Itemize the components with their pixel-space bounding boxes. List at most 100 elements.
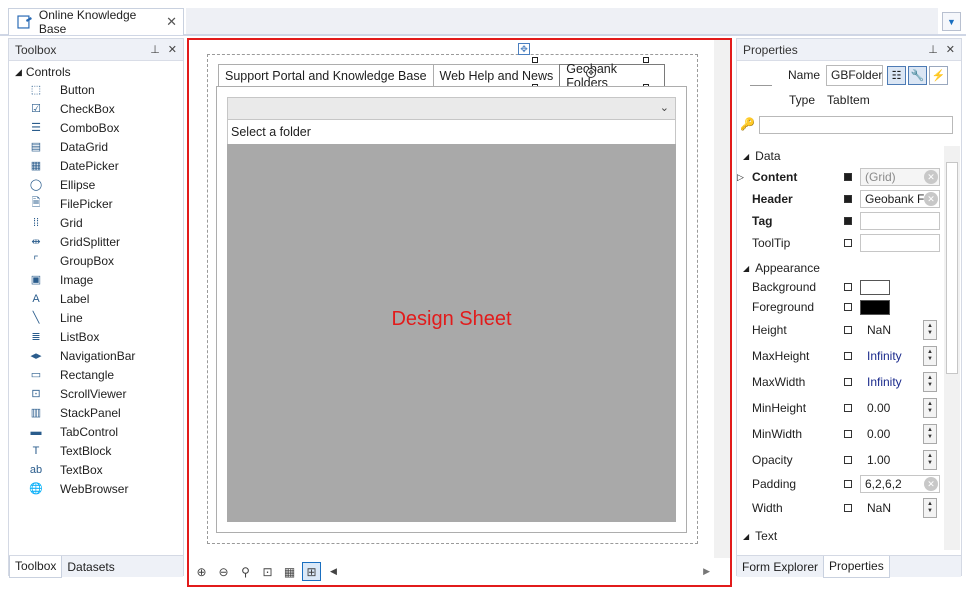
- property-marker-icon[interactable]: [844, 173, 852, 181]
- properties-vertical-scrollbar[interactable]: [944, 146, 960, 550]
- category-appearance[interactable]: ◢ Appearance: [743, 261, 820, 275]
- tab-web-help[interactable]: Web Help and News: [432, 64, 561, 87]
- spinner-icon[interactable]: ▲ ▼: [923, 398, 937, 418]
- property-marker-icon[interactable]: [844, 456, 852, 464]
- toolbox-item-label[interactable]: A Label: [9, 289, 183, 308]
- close-icon[interactable]: ✕: [168, 43, 177, 56]
- clear-icon[interactable]: ✕: [924, 170, 938, 184]
- property-marker-icon[interactable]: [844, 217, 852, 225]
- toolbox-category-controls[interactable]: ◢ Controls: [15, 65, 71, 79]
- toolbox-item-checkbox[interactable]: ☑ CheckBox: [9, 99, 183, 118]
- prop-value[interactable]: Infinity: [867, 375, 902, 389]
- snap-to-grid-icon[interactable]: ⊞: [302, 562, 321, 581]
- toolbox-item-textbox[interactable]: ab TextBox: [9, 460, 183, 479]
- spinner-icon[interactable]: ▲ ▼: [923, 424, 937, 444]
- properties-search-input[interactable]: [759, 116, 953, 134]
- grid-view-icon[interactable]: ▦: [280, 562, 299, 581]
- property-marker-icon[interactable]: [844, 404, 852, 412]
- tab-properties[interactable]: Properties: [823, 555, 890, 578]
- folder-combobox[interactable]: ⌄: [227, 97, 676, 120]
- scroll-right-icon[interactable]: ▶: [703, 566, 710, 577]
- zoom-out-icon[interactable]: ⊖: [214, 562, 233, 581]
- category-text[interactable]: ◢ Text: [743, 529, 777, 543]
- toolbox-item-combobox[interactable]: ☰ ComboBox: [9, 118, 183, 137]
- property-marker-icon[interactable]: [844, 283, 852, 291]
- properties-wrench-icon[interactable]: 🔧: [908, 65, 928, 85]
- clear-icon[interactable]: ✕: [924, 192, 938, 206]
- toolbox-item-tabcontrol[interactable]: ▬ TabControl: [9, 422, 183, 441]
- categorized-view-icon[interactable]: ☷: [887, 65, 907, 85]
- design-sheet[interactable]: Design Sheet: [227, 144, 676, 522]
- tab-datasets[interactable]: Datasets: [62, 556, 119, 578]
- spinner-icon[interactable]: ▲ ▼: [923, 320, 937, 340]
- toolbox-item-listbox[interactable]: ≣ ListBox: [9, 327, 183, 346]
- color-swatch[interactable]: [860, 279, 890, 295]
- toolbox-item-datepicker[interactable]: ▦ DatePicker: [9, 156, 183, 175]
- document-tab-online-knowledge-base[interactable]: Online Knowledge Base ✕: [8, 8, 184, 36]
- toolbox-item-groupbox[interactable]: ⌜ GroupBox: [9, 251, 183, 270]
- property-marker-icon[interactable]: [844, 195, 852, 203]
- tab-support-portal[interactable]: Support Portal and Knowledge Base: [218, 64, 434, 87]
- prop-value-field[interactable]: [860, 234, 940, 252]
- toolbox-item-rectangle[interactable]: ▭ Rectangle: [9, 365, 183, 384]
- prop-value[interactable]: NaN: [867, 323, 891, 337]
- toolbox-item-grid[interactable]: ⁞⁞ Grid: [9, 213, 183, 232]
- tab-form-explorer[interactable]: Form Explorer: [737, 556, 823, 578]
- toolbox-item-webbrowser[interactable]: 🌐 WebBrowser: [9, 479, 183, 498]
- toolbox-item-textblock[interactable]: T TextBlock: [9, 441, 183, 460]
- property-marker-icon[interactable]: [844, 378, 852, 386]
- property-marker-icon[interactable]: [844, 352, 852, 360]
- selection-handle[interactable]: [643, 57, 649, 63]
- toolbox-item-navigationbar[interactable]: ◂▸ NavigationBar: [9, 346, 183, 365]
- prop-value[interactable]: 0.00: [867, 427, 890, 441]
- property-marker-icon[interactable]: [844, 480, 852, 488]
- toolbox-item-button[interactable]: ⬚ Button: [9, 80, 183, 99]
- property-marker-icon[interactable]: [844, 303, 852, 311]
- toolbox-item-filepicker[interactable]: 🗎 FilePicker: [9, 194, 183, 213]
- property-marker-icon[interactable]: [844, 504, 852, 512]
- move-handle-icon[interactable]: ✥: [518, 43, 530, 55]
- toolbox-item-image[interactable]: ▣ Image: [9, 270, 183, 289]
- pin-icon[interactable]: ⊥: [928, 43, 938, 56]
- category-data[interactable]: ◢ Data: [743, 149, 781, 163]
- prop-value[interactable]: NaN: [867, 501, 891, 515]
- scroll-left-icon[interactable]: ◀: [324, 562, 343, 581]
- designer-vertical-scrollbar[interactable]: [714, 40, 730, 558]
- expand-triangle-icon[interactable]: ▷: [737, 172, 744, 183]
- color-swatch[interactable]: [860, 299, 890, 315]
- prop-value[interactable]: Infinity: [867, 349, 902, 363]
- tab-toolbox[interactable]: Toolbox: [9, 555, 63, 578]
- property-marker-icon[interactable]: [844, 430, 852, 438]
- prop-value[interactable]: 1.00: [867, 453, 890, 467]
- events-lightning-icon[interactable]: ⚡: [929, 65, 949, 85]
- toolbox-item-line[interactable]: ╲ Line: [9, 308, 183, 327]
- scrollbar-thumb[interactable]: [946, 162, 958, 374]
- tab-list-dropdown-button[interactable]: ▼: [942, 12, 961, 31]
- tab-geobank-folders[interactable]: Geobank Folders: [559, 62, 666, 90]
- toolbox-item-ellipse[interactable]: ◯ Ellipse: [9, 175, 183, 194]
- toolbox-item-scrollviewer[interactable]: ⊡ ScrollViewer: [9, 384, 183, 403]
- spinner-icon[interactable]: ▲ ▼: [923, 346, 937, 366]
- close-icon[interactable]: ✕: [166, 14, 177, 30]
- prop-value-field[interactable]: Geobank F ✕: [860, 190, 940, 208]
- spinner-icon[interactable]: ▲ ▼: [923, 372, 937, 392]
- toolbox-item-datagrid[interactable]: ▤ DataGrid: [9, 137, 183, 156]
- zoom-reset-icon[interactable]: ⚲: [236, 562, 255, 581]
- tab-move-icon[interactable]: ✥: [586, 68, 596, 78]
- close-icon[interactable]: ✕: [946, 43, 955, 56]
- prop-value[interactable]: 0.00: [867, 401, 890, 415]
- spinner-icon[interactable]: ▲ ▼: [923, 450, 937, 470]
- zoom-in-icon[interactable]: ⊕: [192, 562, 211, 581]
- toolbox-item-gridsplitter[interactable]: ⇹ GridSplitter: [9, 232, 183, 251]
- name-field[interactable]: GBFolder: [826, 64, 884, 86]
- property-marker-icon[interactable]: [844, 326, 852, 334]
- property-marker-icon[interactable]: [844, 239, 852, 247]
- pin-icon[interactable]: ⊥: [150, 43, 160, 56]
- prop-value-field[interactable]: [860, 212, 940, 230]
- zoom-fit-icon[interactable]: ⊡: [258, 562, 277, 581]
- prop-value-field[interactable]: (Grid) ✕: [860, 168, 940, 186]
- selection-handle[interactable]: [532, 57, 538, 63]
- prop-value-field[interactable]: 6,2,6,2 ✕: [860, 475, 940, 493]
- clear-icon[interactable]: ✕: [924, 477, 938, 491]
- spinner-icon[interactable]: ▲ ▼: [923, 498, 937, 518]
